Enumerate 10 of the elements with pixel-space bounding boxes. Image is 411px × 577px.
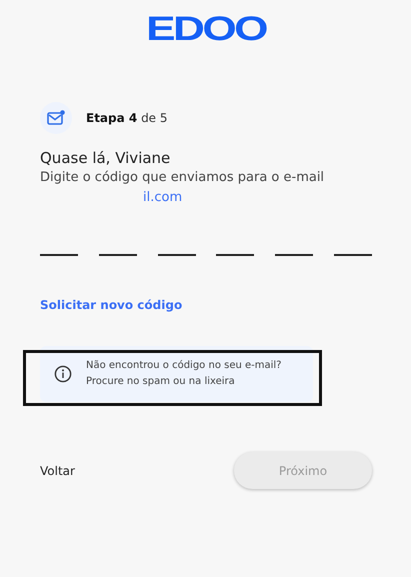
info-message: Não encontrou o código no seu e-mail? Procure no spam ou na lixeira: [86, 359, 282, 389]
email-address: il.com: [143, 189, 184, 207]
back-button[interactable]: Voltar: [40, 464, 75, 478]
info-icon: [54, 365, 72, 383]
instruction-text: Digite o código que enviamos para o e-mail: [40, 169, 326, 187]
logo: EDOO: [146, 12, 266, 46]
resend-code-link[interactable]: Solicitar novo código: [40, 298, 182, 312]
mail-icon: [40, 102, 72, 134]
greeting-heading: Quase lá, Viviane: [40, 148, 172, 168]
step-indicator: Etapa 4 de 5: [86, 111, 168, 125]
